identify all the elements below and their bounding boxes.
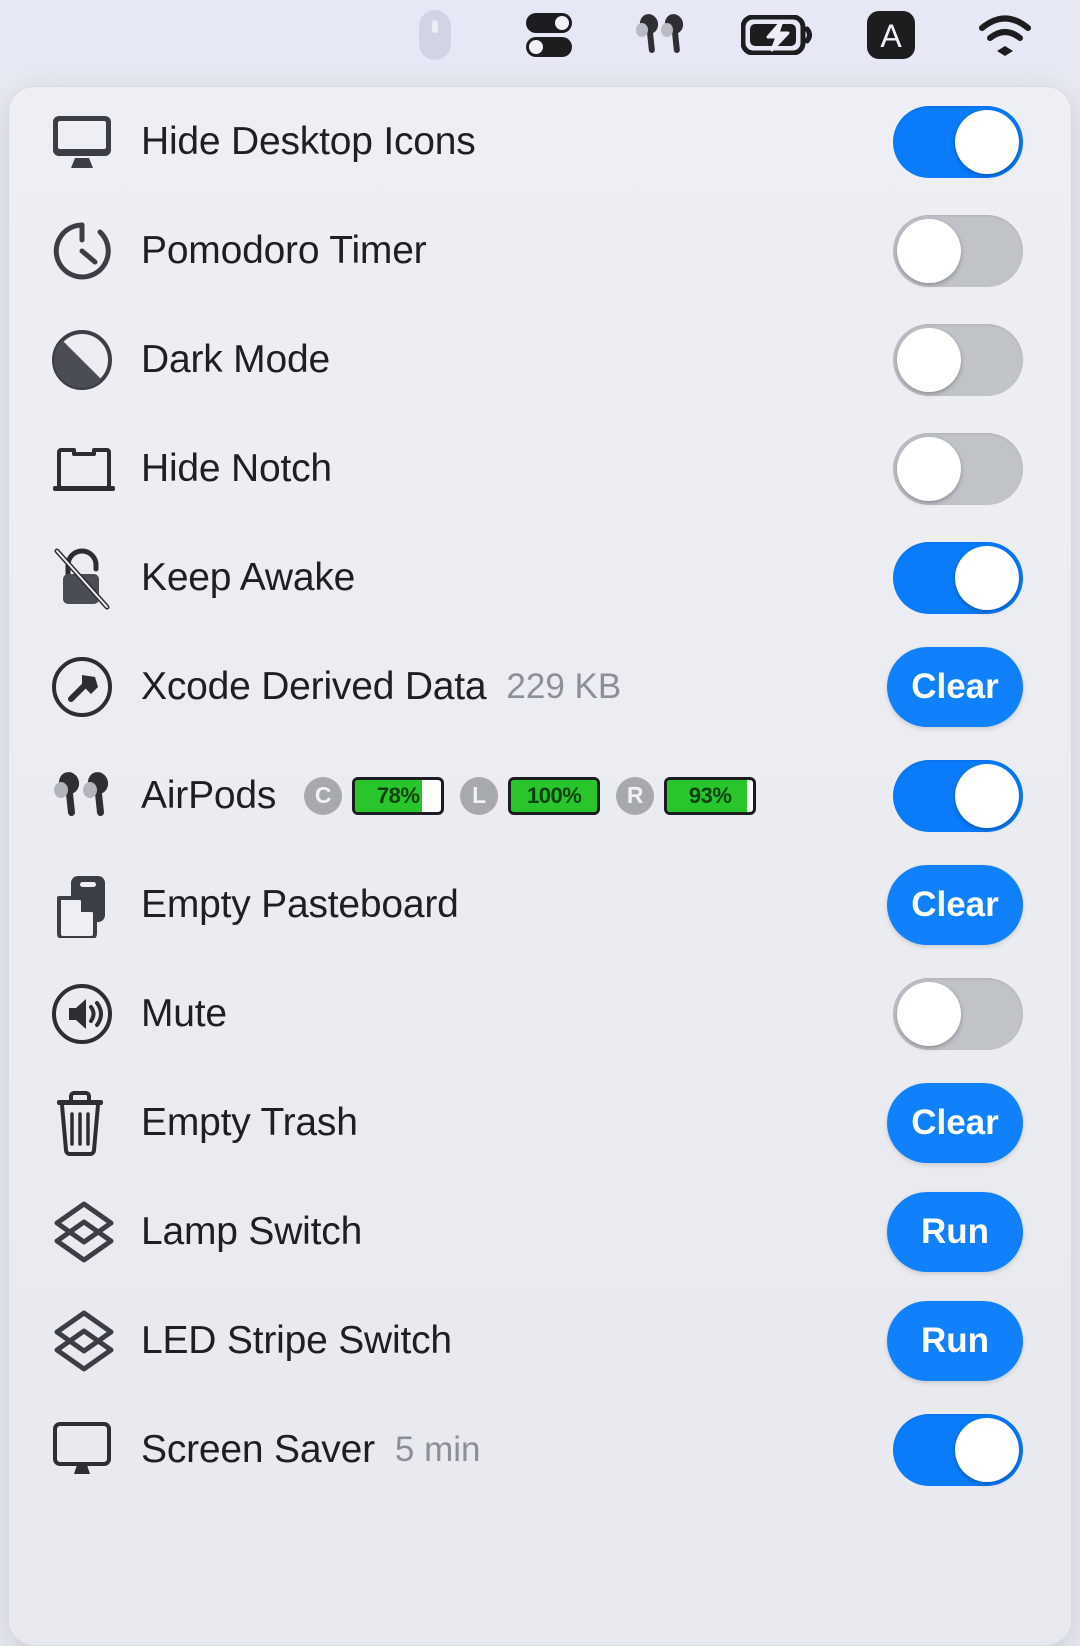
row-label: Empty Trash	[141, 1100, 358, 1144]
keyboard-input-icon: A	[866, 10, 916, 60]
row-label: Pomodoro Timer	[141, 228, 427, 272]
menubar-item-toggles[interactable]	[492, 0, 606, 70]
shortcuts-icon	[51, 1304, 125, 1378]
lock-slash-icon	[51, 541, 125, 615]
airpods-right-battery-percent: 93%	[688, 782, 732, 808]
display-outline-icon	[51, 1413, 125, 1487]
speaker-icon	[51, 977, 125, 1051]
clear-button-empty-pasteboard[interactable]: Clear	[887, 864, 1023, 945]
row-label: LED Stripe Switch	[141, 1318, 452, 1362]
laptop-notch-icon	[51, 432, 125, 506]
airpods-battery-group: C 78% L 100% R 93%	[304, 776, 757, 815]
menubar-item-wifi[interactable]	[948, 0, 1062, 70]
row-label: Xcode Derived Data	[141, 664, 487, 708]
row-led-stripe-switch[interactable]: LED Stripe Switch Run	[9, 1286, 1071, 1395]
menubar-item-airpods[interactable]	[606, 0, 720, 70]
run-button-lamp-switch[interactable]: Run	[887, 1191, 1023, 1272]
airpods-case-battery-gauge: 78%	[352, 776, 445, 815]
row-label: Empty Pasteboard	[141, 882, 459, 926]
airpods-right-battery: R 93%	[616, 776, 757, 815]
row-pomodoro-timer[interactable]: Pomodoro Timer	[9, 196, 1071, 305]
row-xcode-derived-data[interactable]: Xcode Derived Data 229 KB Clear	[9, 632, 1071, 741]
airpods-left-tag: L	[460, 776, 499, 815]
row-label: Dark Mode	[141, 337, 330, 381]
display-icon	[51, 105, 125, 179]
toggle-knob	[955, 1417, 1019, 1482]
toggle-mute[interactable]	[893, 977, 1023, 1050]
row-keep-awake[interactable]: Keep Awake	[9, 523, 1071, 632]
menu-bar: A	[0, 0, 1080, 70]
row-airpods[interactable]: AirPods C 78% L 100% R 93%	[9, 741, 1071, 850]
row-lamp-switch[interactable]: Lamp Switch Run	[9, 1177, 1071, 1286]
row-screen-saver[interactable]: Screen Saver 5 min	[9, 1395, 1071, 1504]
airpods-case-tag: C	[304, 776, 343, 815]
quick-settings-popover: Hide Desktop Icons Pomodoro Timer Dark M…	[8, 86, 1072, 1646]
row-label: Lamp Switch	[141, 1209, 363, 1253]
toggle-knob	[897, 436, 961, 501]
toggle-hide-notch[interactable]	[893, 432, 1023, 505]
row-sublabel: 229 KB	[506, 666, 622, 706]
menubar-item-mouse[interactable]	[378, 0, 492, 70]
toggle-dark-mode[interactable]	[893, 323, 1023, 396]
toggle-knob	[897, 327, 961, 392]
row-empty-trash[interactable]: Empty Trash Clear	[9, 1068, 1071, 1177]
half-circle-icon	[51, 323, 125, 397]
row-empty-pasteboard[interactable]: Empty Pasteboard Clear	[9, 850, 1071, 959]
timer-icon	[51, 214, 125, 288]
airpods-right-tag: R	[616, 776, 655, 815]
toggle-pomodoro-timer[interactable]	[893, 214, 1023, 287]
mouse-icon	[418, 9, 452, 61]
airpods-left-battery: L 100%	[460, 776, 601, 815]
toggle-screen-saver[interactable]	[893, 1413, 1023, 1486]
clear-button-empty-trash[interactable]: Clear	[887, 1082, 1023, 1163]
battery-charging-icon	[741, 15, 813, 55]
svg-text:A: A	[880, 18, 902, 54]
shortcuts-icon	[51, 1195, 125, 1269]
airpods-case-battery: C 78%	[304, 776, 445, 815]
clear-button-xcode-derived-data[interactable]: Clear	[887, 646, 1023, 727]
row-dark-mode[interactable]: Dark Mode	[9, 305, 1071, 414]
row-mute[interactable]: Mute	[9, 959, 1071, 1068]
toggle-knob	[955, 109, 1019, 174]
row-hide-desktop-icons[interactable]: Hide Desktop Icons	[9, 87, 1071, 196]
popover-container: Hide Desktop Icons Pomodoro Timer Dark M…	[0, 70, 1080, 1646]
airpods-left-battery-gauge: 100%	[508, 776, 601, 815]
row-label: Screen Saver	[141, 1427, 375, 1471]
row-label: AirPods	[141, 773, 277, 817]
row-hide-notch[interactable]: Hide Notch	[9, 414, 1071, 523]
toggle-keep-awake[interactable]	[893, 541, 1023, 614]
toggles-icon	[524, 11, 574, 59]
menubar-item-input-source[interactable]: A	[834, 0, 948, 70]
pasteboard-icon	[51, 868, 125, 942]
toggle-knob	[955, 763, 1019, 828]
toggle-knob	[897, 218, 961, 283]
row-label: Mute	[141, 991, 227, 1035]
trash-icon	[51, 1086, 125, 1160]
airpods-icon	[51, 759, 125, 833]
row-label: Keep Awake	[141, 555, 356, 599]
wifi-icon	[977, 14, 1033, 56]
row-label: Hide Desktop Icons	[141, 119, 476, 163]
toggle-knob	[955, 545, 1019, 610]
row-label: Hide Notch	[141, 446, 332, 490]
airpods-left-battery-percent: 100%	[527, 782, 582, 808]
menubar-item-battery[interactable]	[720, 0, 834, 70]
airpods-case-battery-percent: 78%	[376, 782, 420, 808]
row-sublabel: 5 min	[394, 1429, 481, 1469]
airpods-right-battery-gauge: 93%	[664, 776, 757, 815]
airpods-icon	[634, 12, 692, 58]
toggle-hide-desktop-icons[interactable]	[893, 105, 1023, 178]
toggle-knob	[897, 981, 961, 1046]
hammer-circle-icon	[51, 650, 125, 724]
toggle-airpods[interactable]	[893, 759, 1023, 832]
run-button-led-stripe-switch[interactable]: Run	[887, 1300, 1023, 1381]
